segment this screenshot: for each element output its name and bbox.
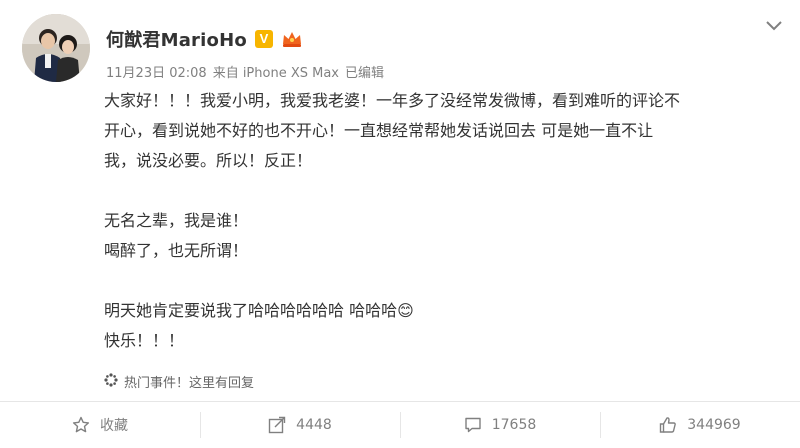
- hot-event-icon: [104, 372, 118, 391]
- like-count: 344969: [687, 417, 741, 433]
- comment-button[interactable]: 17658: [400, 402, 600, 448]
- chevron-down-icon[interactable]: [764, 18, 784, 32]
- post-body: 大家好！！！我爱小明，我爱我老婆！一年多了没经常发微博，看到难听的评论不开心，看…: [104, 86, 684, 356]
- comment-count: 17658: [491, 417, 537, 433]
- like-icon: [659, 416, 677, 434]
- post-source: 来自 iPhone XS Max: [212, 66, 339, 81]
- edited-label[interactable]: 已编辑: [345, 62, 384, 81]
- like-button[interactable]: 344969: [600, 402, 800, 448]
- post-paragraph: 大家好！！！我爱小明，我爱我老婆！一年多了没经常发微博，看到难听的评论不开心，看…: [104, 91, 681, 170]
- post-paragraph: 无名之辈，我是谁！: [104, 211, 249, 230]
- post-header: 何猷君MarioHo V: [106, 26, 303, 52]
- avatar[interactable]: [22, 14, 90, 82]
- star-icon: [72, 416, 90, 434]
- post-timestamp[interactable]: 11月23日 02:08: [106, 62, 207, 81]
- favorite-label: 收藏: [100, 418, 128, 434]
- favorite-button[interactable]: 收藏: [0, 402, 200, 448]
- repost-count: 4448: [296, 417, 332, 433]
- weibo-post-card: 何猷君MarioHo V 11月23日 02:08 来自 iPhone XS M…: [0, 0, 800, 448]
- username[interactable]: 何猷君MarioHo: [106, 26, 247, 52]
- post-meta: 11月23日 02:08 来自 iPhone XS Max 已编辑: [106, 62, 384, 81]
- hot-event[interactable]: 热门事件！这里有回复: [104, 372, 254, 391]
- repost-icon: [268, 416, 286, 434]
- post-paragraph: 喝醉了，也无所谓！: [104, 241, 249, 260]
- hot-event-label: 热门事件！这里有回复: [124, 376, 255, 391]
- post-paragraph: 明天她肯定要说我了哈哈哈哈哈哈 哈哈哈😊: [104, 301, 414, 320]
- verified-badge-icon[interactable]: V: [254, 30, 273, 48]
- post-paragraph: 快乐！！！: [104, 331, 185, 350]
- crown-badge-icon[interactable]: [281, 30, 303, 48]
- action-bar: 收藏 4448 17658 344969: [0, 402, 800, 448]
- comment-icon: [464, 416, 482, 434]
- repost-button[interactable]: 4448: [200, 402, 400, 448]
